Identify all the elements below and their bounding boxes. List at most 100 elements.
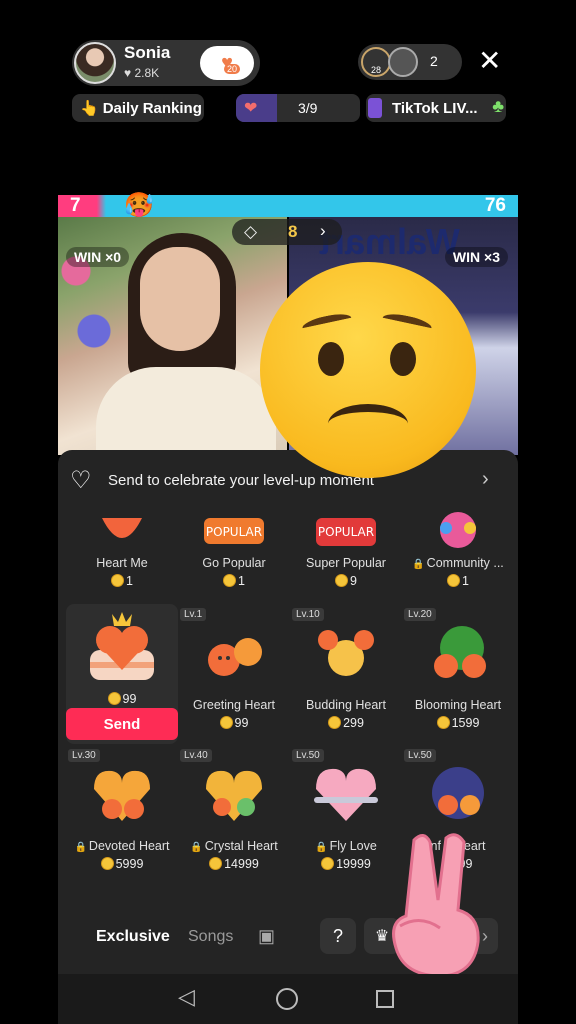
gift-name: 🔒 Devoted Heart bbox=[66, 839, 178, 853]
heart-cake-gift-icon bbox=[90, 612, 154, 680]
viewer-list[interactable]: 28 2 bbox=[358, 44, 462, 80]
pineapple-icon: ♣ bbox=[492, 96, 504, 116]
frown-mouth bbox=[328, 404, 408, 444]
gift-price: 1599 bbox=[402, 716, 514, 730]
gift-price: 1 bbox=[66, 574, 178, 588]
gift-price-value: 1 bbox=[238, 574, 245, 588]
gift-price-value: 9 bbox=[350, 574, 357, 588]
gift-name: 🔒 Community ... bbox=[402, 556, 514, 570]
second-viewer-avatar[interactable] bbox=[388, 47, 418, 77]
gift-price: 299 bbox=[290, 716, 402, 730]
gift-name: Heart Me bbox=[96, 556, 148, 570]
gift-box-icon[interactable]: ▣ bbox=[258, 926, 275, 947]
battle-diamond-pill[interactable]: ◇ 8 › bbox=[232, 219, 342, 245]
home-icon[interactable] bbox=[276, 988, 298, 1010]
level-tag: Lv.40 bbox=[180, 749, 212, 762]
daily-ranking-button[interactable]: 👆 Daily Ranking bbox=[72, 94, 204, 122]
follow-button[interactable]: ♥ 20 bbox=[200, 46, 254, 80]
peace-hand-icon bbox=[392, 833, 480, 978]
back-icon[interactable]: ◁ bbox=[178, 984, 195, 1010]
lock-icon: 🔒 bbox=[412, 559, 425, 570]
gift-greeting-heart[interactable]: Lv.1 Greeting Heart 99 bbox=[178, 606, 290, 744]
gift-price-value: 1 bbox=[462, 574, 469, 588]
gift-name-text: Fly Love bbox=[329, 839, 377, 853]
level-tag: Lv.10 bbox=[292, 608, 324, 621]
gift-price: 1 bbox=[178, 574, 290, 588]
tab-exclusive[interactable]: Exclusive bbox=[96, 928, 170, 946]
host-face bbox=[140, 247, 220, 351]
lock-icon: 🔒 bbox=[190, 842, 203, 853]
gift-name-text: Crystal Heart bbox=[204, 839, 278, 853]
coin-icon bbox=[223, 574, 237, 587]
gift-name: Budding Heart bbox=[306, 698, 386, 712]
blooming-heart-gift-icon bbox=[434, 626, 486, 678]
goal-progress[interactable]: ❤ 3/9 bbox=[236, 94, 360, 122]
host-info[interactable]: Sonia ♥ 2.8K ♥ 20 bbox=[72, 40, 260, 86]
gift-name: 🔒 Crystal Heart bbox=[178, 839, 290, 853]
level-tag: Lv.30 bbox=[68, 749, 100, 762]
win-streak-right: WIN ×3 bbox=[444, 247, 508, 267]
gift-price-value: 299 bbox=[343, 716, 364, 730]
daily-ranking-label: Daily Ranking bbox=[102, 99, 202, 117]
host-avatar[interactable] bbox=[74, 42, 116, 84]
gift-price: 1 bbox=[402, 574, 514, 588]
chevron-right-icon: › bbox=[482, 468, 489, 490]
coin-icon bbox=[209, 857, 223, 870]
coin-icon bbox=[447, 574, 461, 587]
gift-price-value: 99 bbox=[234, 716, 249, 730]
gift-price: 9 bbox=[290, 574, 402, 588]
score-right: 76 bbox=[484, 195, 506, 216]
gift-name-text: Devoted Heart bbox=[88, 839, 170, 853]
gift-devoted-heart[interactable]: Lv.30 🔒 Devoted Heart 5999 bbox=[66, 747, 178, 885]
gift-blooming-heart[interactable]: Lv.20 Blooming Heart 1599 bbox=[402, 606, 514, 744]
level-tag: Lv.50 bbox=[292, 749, 324, 762]
lock-icon: 🔒 bbox=[315, 842, 328, 853]
gift-price-value: 14999 bbox=[224, 857, 259, 871]
heart-gift-icon: ❤ bbox=[244, 100, 258, 117]
gift-price-value: 1599 bbox=[451, 716, 480, 730]
gift-price: 14999 bbox=[178, 857, 290, 871]
top-viewer-avatar[interactable]: 28 bbox=[361, 47, 391, 77]
level-up-banner[interactable]: ♡ Send to celebrate your level-up moment… bbox=[58, 450, 518, 510]
fan-level-badge: 20 bbox=[224, 64, 241, 74]
gift-price-value: 19999 bbox=[336, 857, 371, 871]
tiktok-live-button[interactable]: TikTok LIV... ♣ bbox=[366, 94, 506, 122]
close-icon[interactable]: ✕ bbox=[478, 46, 501, 76]
host-shirt bbox=[96, 367, 276, 455]
diamond-icon: ◇ bbox=[244, 222, 258, 241]
gift-budding-heart[interactable]: Lv.10 Budding Heart 299 bbox=[290, 606, 402, 744]
pointing-hand-icon: 👆 bbox=[80, 100, 99, 117]
coin-icon bbox=[111, 574, 125, 587]
gift-crystal-heart[interactable]: Lv.40 🔒 Crystal Heart 14999 bbox=[178, 747, 290, 885]
coin-icon bbox=[328, 716, 342, 729]
gift-price: 5999 bbox=[66, 857, 178, 871]
chevron-right-icon: › bbox=[320, 221, 326, 240]
infinite-heart-gift-icon bbox=[432, 767, 484, 819]
gift-price: 99 bbox=[178, 716, 290, 730]
worried-face-overlay bbox=[260, 262, 476, 478]
live-badge-icon bbox=[368, 98, 382, 118]
gift-price-value: 5999 bbox=[115, 857, 144, 871]
coin-icon bbox=[100, 857, 114, 870]
host-video-feed[interactable]: WIN ×0 bbox=[58, 217, 287, 455]
left-eye bbox=[318, 342, 344, 376]
tab-songs[interactable]: Songs bbox=[188, 928, 233, 946]
recent-apps-icon[interactable] bbox=[376, 990, 394, 1008]
level-tag: Lv.50 bbox=[404, 749, 436, 762]
gift-name: Blooming Heart bbox=[414, 698, 502, 712]
gift-name: Go Popular bbox=[202, 556, 266, 570]
diamond-count: 8 bbox=[288, 222, 298, 241]
crystal-heart-gift-icon bbox=[206, 770, 262, 821]
viewer-rank-badge: 28 bbox=[370, 65, 381, 75]
send-button[interactable]: Send bbox=[66, 708, 178, 740]
gift-name: Greeting Heart bbox=[193, 698, 275, 712]
devoted-heart-gift-icon bbox=[94, 770, 150, 821]
svg-text:POPULAR: POPULAR bbox=[206, 525, 262, 539]
win-streak-left: WIN ×0 bbox=[66, 247, 130, 267]
host-name: Sonia bbox=[124, 43, 171, 62]
coin-icon bbox=[321, 857, 335, 870]
help-icon[interactable]: ? bbox=[320, 918, 356, 954]
gift-price-value: 99 bbox=[122, 692, 137, 706]
gift-price-value: 1 bbox=[126, 574, 133, 588]
level-up-banner-text: Send to celebrate your level-up moment bbox=[108, 472, 374, 489]
